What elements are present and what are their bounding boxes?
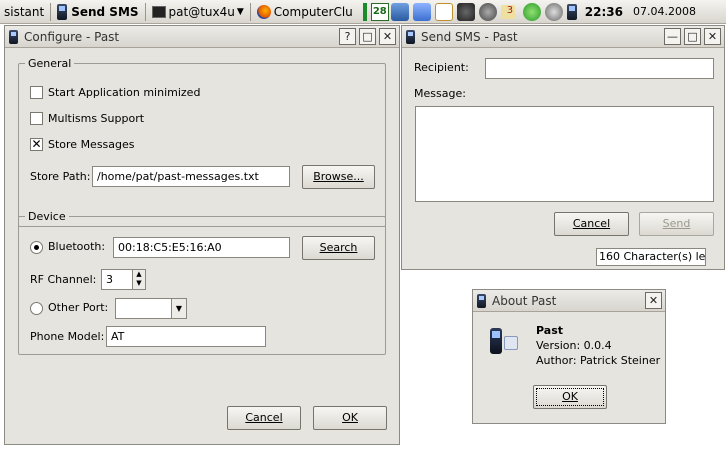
phone-model-input[interactable]: AT xyxy=(106,326,266,347)
other-port-combo[interactable]: ▼ xyxy=(115,298,187,319)
notes-icon[interactable]: 3 xyxy=(500,3,519,21)
speaker-icon[interactable] xyxy=(390,2,409,21)
kwallet-icon[interactable] xyxy=(456,2,475,21)
task-label: sistant xyxy=(4,4,45,19)
titlebar[interactable]: Send SMS - Past — □ ✕ xyxy=(402,26,724,48)
maximize-button[interactable]: □ xyxy=(684,28,701,45)
group-title: General xyxy=(28,57,72,70)
window-title: Send SMS - Past xyxy=(421,29,518,44)
update-icon[interactable] xyxy=(522,2,541,21)
clock[interactable]: 22:36 xyxy=(585,5,623,19)
browse-label: Browse... xyxy=(313,170,364,183)
taskbar-task-assistant[interactable]: sistant xyxy=(0,1,48,23)
minimize-button[interactable]: — xyxy=(664,28,681,45)
rf-channel-spinner[interactable]: ▲ ▼ xyxy=(132,269,146,290)
phone-icon xyxy=(477,293,486,308)
chevron-down-icon: ▼ xyxy=(236,6,244,17)
recipient-input[interactable] xyxy=(485,58,714,79)
rf-channel-input[interactable]: 3 xyxy=(101,269,133,290)
recipient-label: Recipient: xyxy=(414,61,469,74)
store-messages-checkbox[interactable]: ✕ xyxy=(30,138,43,151)
app-version: Version: 0.0.4 xyxy=(536,339,612,352)
send-button[interactable]: Send xyxy=(639,212,714,236)
send-sms-window: Send SMS - Past — □ ✕ Recipient: Message… xyxy=(401,25,725,270)
other-port-radio[interactable] xyxy=(30,302,43,315)
group-title: Device xyxy=(28,210,66,223)
taskbar-task-browser[interactable]: ComputerClu xyxy=(253,1,357,23)
multisms-checkbox[interactable] xyxy=(30,112,43,125)
firefox-icon xyxy=(256,4,271,19)
multisms-label: Multisms Support xyxy=(48,112,145,125)
phone-model-label: Phone Model: xyxy=(30,330,105,343)
date[interactable]: 07.04.2008 xyxy=(633,5,696,18)
cancel-label: Cancel xyxy=(572,217,611,230)
window-title: Configure - Past xyxy=(24,29,120,44)
level-meter-icon xyxy=(362,2,367,21)
cancel-button[interactable]: Cancel xyxy=(554,212,629,236)
store-path-label: Store Path: xyxy=(30,170,91,183)
other-port-label: Other Port: xyxy=(48,301,109,314)
close-button[interactable]: ✕ xyxy=(379,28,396,45)
terminal-icon xyxy=(151,5,166,18)
rf-channel-label: RF Channel: xyxy=(30,273,97,286)
store-messages-label: Store Messages xyxy=(48,138,135,151)
maximize-button[interactable]: □ xyxy=(359,28,376,45)
store-path-input[interactable]: /home/pat/past-messages.txt xyxy=(92,166,290,187)
taskbar-separator xyxy=(50,2,52,21)
system-tray: 28 3 xyxy=(362,2,581,21)
bluetooth-icon[interactable] xyxy=(478,2,497,21)
ok-label: OK xyxy=(562,390,578,403)
chevron-down-icon[interactable]: ▼ xyxy=(171,299,186,318)
window-title: About Past xyxy=(492,293,557,308)
message-textarea[interactable] xyxy=(415,106,714,202)
spin-up-icon[interactable]: ▲ xyxy=(133,270,145,279)
phone-icon[interactable] xyxy=(566,3,577,20)
taskbar-task-terminal[interactable]: pat@tux4u ▼ xyxy=(148,1,248,23)
help-button[interactable]: ? xyxy=(339,28,356,45)
phone-icon xyxy=(9,29,18,44)
ok-button[interactable]: OK xyxy=(533,385,607,409)
start-minimized-checkbox[interactable] xyxy=(30,86,43,99)
bluetooth-label: Bluetooth: xyxy=(48,240,106,253)
app-name: Past xyxy=(536,324,563,337)
klipper-icon[interactable] xyxy=(434,2,453,21)
speedometer-icon[interactable] xyxy=(544,2,563,21)
cancel-label: Cancel xyxy=(245,411,283,424)
cancel-button[interactable]: Cancel xyxy=(227,406,301,430)
phone-icon xyxy=(406,29,415,44)
task-label: ComputerClu xyxy=(273,4,353,19)
close-button[interactable]: ✕ xyxy=(645,292,662,309)
bluetooth-radio[interactable] xyxy=(30,241,43,254)
titlebar[interactable]: About Past ✕ xyxy=(473,290,665,312)
app-logo-icon xyxy=(488,326,520,358)
taskbar: sistant Send SMS pat@tux4u ▼ ComputerClu… xyxy=(0,0,726,24)
taskbar-task-send-sms[interactable]: Send SMS xyxy=(53,1,142,23)
calendar-icon[interactable]: 28 xyxy=(370,2,389,21)
search-label: Search xyxy=(319,241,358,254)
network-icon[interactable] xyxy=(412,2,431,21)
ok-button[interactable]: OK xyxy=(313,406,387,430)
spin-down-icon[interactable]: ▼ xyxy=(133,279,145,288)
send-label: Send xyxy=(662,217,691,230)
close-button[interactable]: ✕ xyxy=(704,28,721,45)
search-button[interactable]: Search xyxy=(302,236,375,260)
configure-window: Configure - Past ? □ ✕ General Start App… xyxy=(4,25,400,445)
taskbar-separator xyxy=(249,2,251,21)
titlebar[interactable]: Configure - Past ? □ ✕ xyxy=(5,26,399,48)
phone-icon xyxy=(57,3,68,20)
message-label: Message: xyxy=(414,87,466,100)
ok-label: OK xyxy=(342,411,358,424)
bluetooth-address-input[interactable]: 00:18:C5:E5:16:A0 xyxy=(113,237,290,258)
browse-button[interactable]: Browse... xyxy=(302,165,375,189)
task-label: pat@tux4u xyxy=(168,4,235,19)
task-label: Send SMS xyxy=(71,4,139,19)
character-counter: 160 Character(s) left xyxy=(596,248,706,266)
app-author: Author: Patrick Steiner xyxy=(536,354,661,367)
start-minimized-label: Start Application minimized xyxy=(48,86,201,99)
about-window: About Past ✕ Past Version: 0.0.4 Author:… xyxy=(472,289,666,424)
taskbar-separator xyxy=(144,2,146,21)
